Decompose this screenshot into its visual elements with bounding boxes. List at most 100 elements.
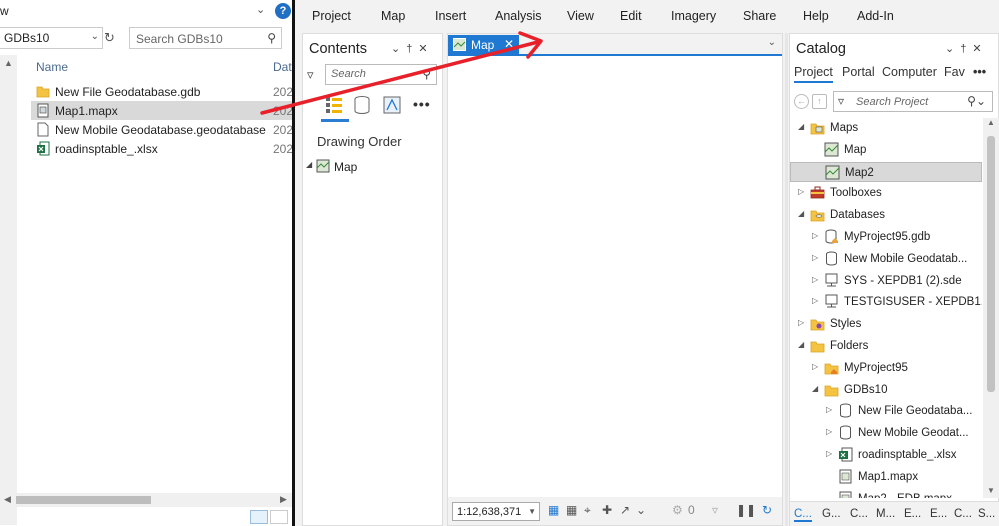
chevron-down-icon[interactable]: ⌄ — [636, 503, 646, 517]
scroll-up-icon[interactable]: ▲ — [987, 118, 995, 127]
expand-arrow-icon[interactable]: ▷ — [826, 427, 832, 436]
chevron-down-icon[interactable]: ▼ — [528, 507, 536, 516]
navigation-pane-scrollbar[interactable]: ▲ ▼ — [0, 55, 17, 525]
expand-arrow-icon[interactable]: ▷ — [798, 187, 804, 196]
chevron-down-icon[interactable]: ⌄ — [256, 3, 265, 16]
bottom-tab[interactable]: E... — [930, 508, 947, 520]
catalog-item[interactable]: Map — [790, 140, 982, 160]
expand-arrow-icon[interactable]: ▷ — [826, 449, 832, 458]
catalog-item[interactable]: ▷ MyProject95.gdb — [790, 227, 982, 247]
expand-arrow-icon[interactable]: ▷ — [826, 405, 832, 414]
file-row[interactable]: roadinsptable_.xlsx 2024 — [31, 139, 293, 158]
pin-icon[interactable]: † — [960, 43, 972, 55]
expand-arrow-icon[interactable]: ◢ — [306, 160, 312, 169]
snapping-icon[interactable]: ⌖ — [584, 503, 591, 518]
contents-search-input[interactable]: Search ⚲ — [325, 64, 437, 85]
collapse-arrow-icon[interactable]: ◢ — [798, 209, 804, 218]
more-options-icon[interactable]: ••• — [973, 65, 986, 79]
bottom-tab[interactable]: C... — [954, 508, 972, 520]
address-bar[interactable]: GDBs10 ⌄ — [0, 27, 103, 49]
column-date[interactable]: Date — [273, 60, 293, 74]
back-icon[interactable]: ← — [794, 94, 809, 109]
close-icon[interactable]: ✕ — [418, 43, 433, 55]
scroll-up-icon[interactable]: ▲ — [4, 58, 13, 68]
close-icon[interactable]: ✕ — [972, 43, 987, 55]
tab-edit[interactable]: Edit — [620, 9, 642, 23]
catalog-item[interactable]: ▷ roadinsptable_.xlsx — [790, 445, 982, 465]
tab-analysis[interactable]: Analysis — [495, 9, 542, 23]
selection-icon[interactable] — [381, 94, 403, 116]
search-input[interactable]: Search GDBs10 ⚲ — [129, 27, 282, 49]
catalog-item[interactable]: ▷ New File Geodataba... — [790, 401, 982, 421]
up-level-icon[interactable]: ↑ — [812, 94, 827, 109]
collapse-arrow-icon[interactable]: ◢ — [798, 340, 804, 349]
pause-icon[interactable]: ❚❚ — [736, 503, 756, 517]
tab-help[interactable]: Help — [803, 9, 829, 23]
catalog-item[interactable]: ▷ SYS - XEPDB1 (2).sde — [790, 271, 982, 291]
refresh-icon[interactable]: ↻ — [104, 30, 115, 46]
bottom-tab[interactable]: E... — [904, 508, 921, 520]
expand-arrow-icon[interactable]: ▷ — [812, 275, 818, 284]
scroll-right-icon[interactable]: ▶ — [280, 494, 287, 505]
catalog-item[interactable]: ◢ Folders — [790, 336, 982, 356]
tab-map[interactable]: Map — [381, 9, 405, 23]
close-icon[interactable]: ✕ — [504, 37, 514, 51]
table-icon[interactable]: ▦ — [566, 503, 577, 517]
column-name[interactable]: Name — [36, 60, 68, 74]
bottom-tab[interactable]: C... — [794, 508, 812, 522]
expand-arrow-icon[interactable]: ▷ — [812, 231, 818, 240]
tab-computer[interactable]: Computer — [882, 65, 937, 79]
data-source-icon[interactable] — [351, 94, 373, 116]
pin-icon[interactable]: † — [406, 43, 418, 55]
catalog-item[interactable]: ▷ New Mobile Geodat... — [790, 423, 982, 443]
scale-selector[interactable]: 1:12,638,371 ▼ — [452, 502, 540, 521]
scrollbar-thumb[interactable] — [987, 136, 995, 392]
pane-menu-icon[interactable]: ⌄ — [391, 43, 406, 55]
tab-project[interactable]: Project — [312, 9, 351, 23]
catalog-item[interactable]: ▷ MyProject95 — [790, 358, 982, 378]
catalog-item[interactable]: ▷ TESTGISUSER - XEPDB1... — [790, 292, 982, 312]
selection-count-icon[interactable]: ⚙ — [672, 503, 683, 517]
catalog-search-input[interactable]: ▿ Search Project ⚲⌄ — [833, 91, 993, 112]
expand-arrow-icon[interactable]: ▷ — [812, 362, 818, 371]
map-view-tab[interactable]: Map ✕ — [448, 35, 519, 55]
catalog-item[interactable]: ◢ Maps — [790, 118, 982, 138]
crosshair-icon[interactable]: ✚ — [602, 503, 612, 517]
navigation-icon[interactable]: ↗ — [620, 503, 630, 517]
large-icons-view-icon[interactable] — [270, 510, 288, 524]
filter-icon[interactable]: ▿ — [712, 503, 718, 517]
more-options-icon[interactable]: ••• — [413, 96, 431, 112]
catalog-item-selected[interactable]: Map2 — [790, 161, 982, 182]
bottom-tab[interactable]: G... — [822, 508, 841, 520]
map-view[interactable]: Map ✕ ⌄ 1:12,638,371 ▼ ▦ ▦ ⌖ ✚ ↗ ⌄ ⚙ 0 ▿… — [447, 33, 783, 526]
expand-arrow-icon[interactable]: ▷ — [798, 318, 804, 327]
catalog-item[interactable]: ▷ New Mobile Geodatab... — [790, 249, 982, 269]
filter-icon[interactable]: ▿ — [838, 94, 844, 108]
tab-share[interactable]: Share — [743, 9, 776, 23]
grid-icon[interactable]: ▦ — [548, 503, 559, 517]
filter-icon[interactable]: ▿ — [307, 67, 314, 83]
help-icon[interactable]: ? — [275, 3, 291, 19]
tab-project[interactable]: Project — [794, 65, 833, 83]
tab-add-in[interactable]: Add-In — [857, 9, 894, 23]
file-row[interactable]: New Mobile Geodatabase.geodatabase 2024 — [31, 120, 293, 139]
scroll-left-icon[interactable]: ◀ — [4, 494, 11, 505]
tab-favorites[interactable]: Fav — [944, 65, 965, 79]
tab-view[interactable]: View — [567, 9, 594, 23]
catalog-item[interactable]: Map1.mapx — [790, 467, 982, 487]
drawing-order-icon[interactable] — [323, 94, 345, 116]
tab-portal[interactable]: Portal — [842, 65, 875, 79]
pane-menu-icon[interactable]: ⌄ — [945, 43, 960, 55]
catalog-item[interactable]: ◢ GDBs10 — [790, 380, 982, 400]
scroll-down-icon[interactable]: ▼ — [987, 486, 995, 495]
catalog-item[interactable]: ◢ Databases — [790, 205, 982, 225]
refresh-icon[interactable]: ↻ — [762, 503, 772, 517]
vertical-scrollbar[interactable]: ▲ ▼ — [983, 118, 999, 498]
bottom-tab[interactable]: C... — [850, 508, 868, 520]
bottom-tab[interactable]: M... — [876, 508, 895, 520]
tab-insert[interactable]: Insert — [435, 9, 466, 23]
chevron-down-icon[interactable]: ⌄ — [768, 37, 776, 48]
pane-splitter[interactable] — [785, 33, 788, 526]
chevron-down-icon[interactable]: ⌄ — [91, 31, 99, 42]
catalog-item[interactable]: ▷ Styles — [790, 314, 982, 334]
